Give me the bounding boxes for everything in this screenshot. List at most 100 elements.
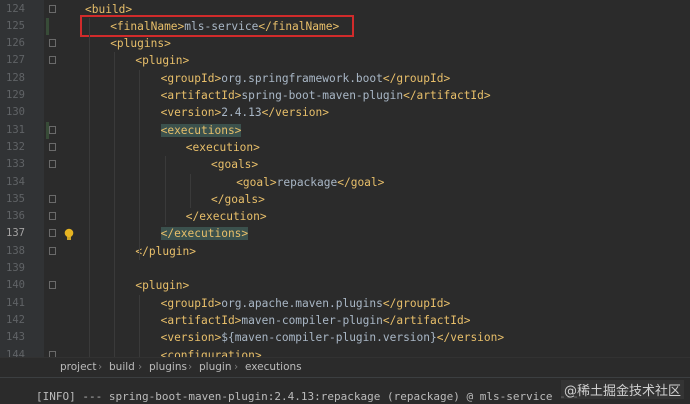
code-editor[interactable]: 124 <build> 125 <finalName>mls-service</fin… (0, 0, 690, 357)
xml-text: spring-boot-maven-plugin (241, 89, 404, 102)
fold-marker-icon[interactable] (49, 4, 56, 13)
xml-tag: <configuration> (160, 348, 262, 358)
code-line[interactable]: 129 <artifactId>spring-boot-maven-plugin<… (0, 87, 690, 104)
indent-guide (139, 69, 141, 260)
xml-text: 2.4.13 (221, 106, 262, 120)
xml-tag: </artifactId> (382, 313, 471, 327)
vcs-change-marker (46, 17, 49, 36)
xml-text: org.springframework.boot (221, 71, 383, 85)
xml-tag: <plugin> (135, 279, 190, 293)
line-number: 124 (6, 2, 25, 15)
xml-tag: <artifactId> (160, 89, 242, 102)
code-line[interactable]: 141 <groupId>org.apache.maven.plugins</gr… (0, 295, 690, 312)
xml-tag: </plugin> (135, 244, 197, 258)
breadcrumb-separator: › (98, 361, 103, 373)
code-text: <artifactId>maven-compiler-plugin</artif… (161, 312, 471, 329)
fold-marker-icon[interactable] (49, 39, 56, 48)
line-number: 126 (6, 37, 25, 50)
xml-text: ${maven-compiler-plugin.version} (221, 331, 437, 345)
code-line[interactable]: 135 </goals> (0, 191, 690, 208)
code-text: <version>2.4.13</version> (161, 104, 329, 121)
code-text: <goal>repackage</goal> (236, 174, 384, 191)
xml-text: repackage (276, 175, 338, 189)
xml-tag: </groupId> (382, 296, 451, 310)
code-text: <groupId>org.springframework.boot</group… (161, 70, 451, 87)
code-line[interactable]: 131 <executions> (0, 122, 690, 139)
code-line[interactable]: 133 <goals> (0, 156, 690, 173)
fold-marker-icon[interactable] (49, 281, 56, 290)
code-line[interactable]: 137 </executions> (0, 225, 690, 242)
code-line[interactable]: 142 <artifactId>maven-compiler-plugin</ar… (0, 312, 690, 329)
code-line[interactable]: 136 </execution> (0, 208, 690, 225)
xml-tag: </version> (261, 106, 329, 120)
line-number: 130 (6, 106, 25, 119)
code-line[interactable]: 127 <plugin> (0, 52, 690, 69)
code-line[interactable]: 139 (0, 260, 690, 277)
lightbulb-icon[interactable] (63, 227, 75, 246)
line-number: 131 (6, 123, 25, 136)
line-number: 141 (6, 296, 25, 309)
code-text: <execution> (186, 139, 260, 156)
code-line[interactable]: 140 <plugin> (0, 277, 690, 294)
line-number: 133 (6, 158, 25, 171)
line-number: 143 (6, 331, 25, 344)
xml-tag: </artifactId> (403, 89, 491, 102)
code-line[interactable]: 134 <goal>repackage</goal> (0, 174, 690, 191)
xml-tag: <build> (85, 2, 133, 16)
breadcrumb-separator: › (138, 361, 143, 373)
fold-marker-icon[interactable] (49, 142, 56, 151)
fold-marker-icon[interactable] (49, 246, 56, 255)
xml-tag: </groupId> (382, 71, 451, 85)
xml-tag: <goal> (236, 175, 277, 189)
fold-marker-icon[interactable] (49, 56, 56, 65)
fold-marker-icon[interactable] (49, 212, 56, 221)
xml-tag: <goals> (211, 158, 259, 172)
fold-marker-icon[interactable] (49, 160, 56, 169)
line-number: 127 (6, 54, 25, 67)
breadcrumb-separator: › (234, 361, 239, 373)
code-line[interactable]: 126 <plugins> (0, 35, 690, 52)
xml-text: maven-compiler-plugin (241, 313, 383, 327)
code-text: <configuration> (161, 347, 262, 358)
line-number: 132 (6, 140, 25, 153)
line-number: 139 (6, 262, 25, 274)
line-number: 140 (6, 279, 25, 292)
fold-marker-icon[interactable] (49, 194, 56, 203)
xml-text: org.apache.maven.plugins (221, 296, 383, 310)
code-text: <executions> (160, 122, 242, 139)
xml-tag: <version> (160, 106, 222, 120)
breadcrumb-item-build[interactable]: build (109, 361, 135, 373)
breadcrumb-item-plugin[interactable]: plugin (199, 361, 231, 373)
xml-tag: <execution> (185, 140, 260, 154)
breadcrumb: project › build › plugins › plugin › exe… (0, 357, 690, 378)
code-line[interactable]: 138 </plugin> (0, 243, 690, 260)
fold-marker-icon[interactable] (49, 125, 56, 134)
xml-tag: <groupId> (160, 71, 222, 85)
code-text: </plugin> (135, 243, 196, 260)
line-number: 129 (6, 89, 25, 101)
code-line[interactable]: 143 <version>${maven-compiler-plugin.vers… (0, 329, 690, 346)
xml-tag: </goal> (337, 175, 385, 189)
code-line[interactable]: 144 <configuration> (0, 347, 690, 358)
line-number: 136 (6, 210, 25, 223)
breadcrumb-item-plugins[interactable]: plugins (149, 361, 187, 373)
code-line[interactable]: 128 <groupId>org.springframework.boot</gr… (0, 70, 690, 87)
breadcrumb-item-executions[interactable]: executions (245, 361, 302, 373)
code-line[interactable]: 132 <execution> (0, 139, 690, 156)
xml-tag: <version> (160, 331, 222, 345)
code-line[interactable]: 130 <version>2.4.13</version> (0, 104, 690, 121)
watermark: @稀土掘金技术社区 (560, 380, 684, 399)
breadcrumb-item-project[interactable]: project (60, 361, 96, 373)
code-text: <version>${maven-compiler-plugin.version… (161, 329, 505, 346)
indent-guide (114, 52, 116, 357)
indent-guide (164, 156, 166, 226)
line-number: 128 (6, 71, 25, 84)
vcs-change-marker (46, 121, 49, 139)
xml-tag: <executions> (160, 123, 242, 137)
xml-tag: <plugin> (135, 54, 190, 68)
line-number: 135 (6, 192, 25, 205)
fold-marker-icon[interactable] (49, 229, 56, 238)
code-text: </execution> (186, 208, 267, 225)
code-text: <goals> (211, 156, 258, 173)
indent-guide (89, 17, 90, 357)
